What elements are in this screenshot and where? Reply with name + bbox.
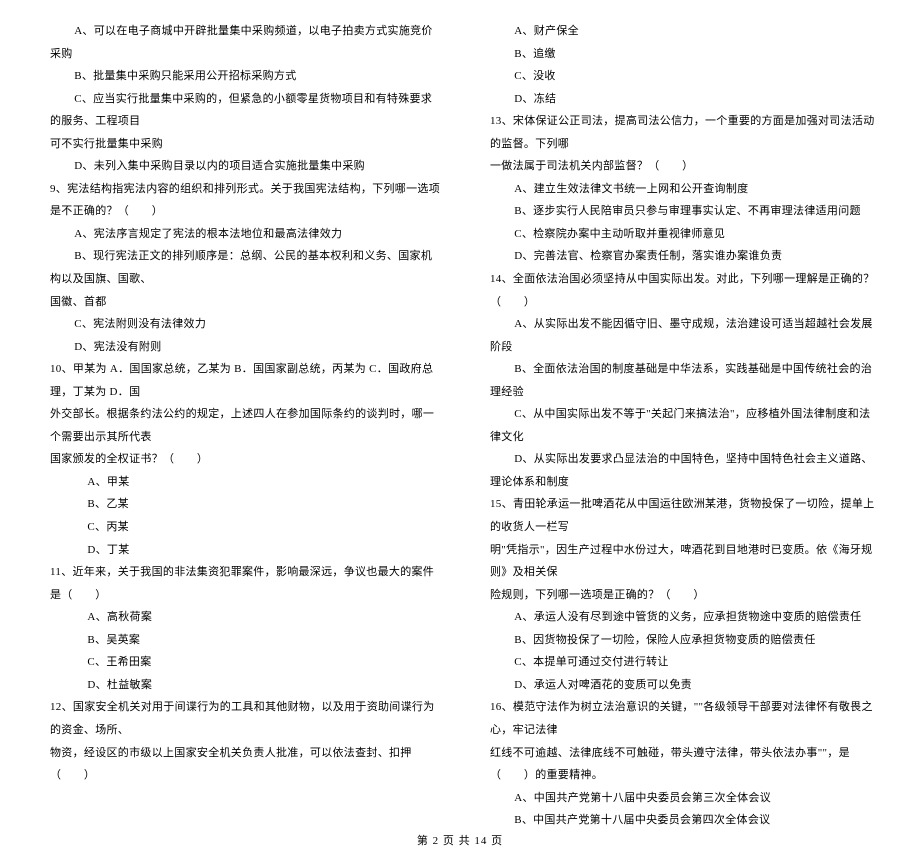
q9-option-b: B、现行宪法正文的排列顺序是：总纲、公民的基本权利和义务、国家机构以及国旗、国歌… bbox=[50, 245, 440, 290]
q10-option-c: C、丙某 bbox=[50, 516, 440, 539]
question-12: 12、国家安全机关对用于间谍行为的工具和其他财物，以及用于资助间谍行为的资金、场… bbox=[50, 696, 440, 741]
q11-option-b: B、吴英案 bbox=[50, 629, 440, 652]
q9-option-d: D、宪法没有附则 bbox=[50, 336, 440, 359]
question-9: 9、宪法结构指宪法内容的组织和排列形式。关于我国宪法结构，下列哪一选项是不正确的… bbox=[50, 178, 440, 223]
option-c: C、应当实行批量集中采购的，但紧急的小额零星货物项目和有特殊要求的服务、工程项目 bbox=[50, 88, 440, 133]
option-a: A、可以在电子商城中开辟批量集中采购频道，以电子拍卖方式实施竞价采购 bbox=[50, 20, 440, 65]
question-15-cont2: 险规则，下列哪一选项是正确的？（ ） bbox=[490, 584, 880, 607]
q14-option-c: C、从中国实际出发不等于"关起门来搞法治"，应移植外国法律制度和法律文化 bbox=[490, 403, 880, 448]
right-column: A、财产保全 B、追缴 C、没收 D、冻结 13、宋体保证公正司法，提高司法公信… bbox=[465, 20, 880, 832]
question-16-cont: 红线不可逾越、法律底线不可触碰，带头遵守法律，带头依法办事""，是（ ）的重要精… bbox=[490, 742, 880, 787]
q15-option-d: D、承运人对啤酒花的变质可以免责 bbox=[490, 674, 880, 697]
q11-option-a: A、高秋荷案 bbox=[50, 606, 440, 629]
q16-option-a: A、中国共产党第十八届中央委员会第三次全体会议 bbox=[490, 787, 880, 810]
left-column: A、可以在电子商城中开辟批量集中采购频道，以电子拍卖方式实施竞价采购 B、批量集… bbox=[50, 20, 465, 832]
q12-option-d: D、冻结 bbox=[490, 88, 880, 111]
question-13: 13、宋体保证公正司法，提高司法公信力，一个重要的方面是加强对司法活动的监督。下… bbox=[490, 110, 880, 155]
question-11: 11、近年来，关于我国的非法集资犯罪案件，影响最深远，争议也最大的案件是（ ） bbox=[50, 561, 440, 606]
q16-option-b: B、中国共产党第十八届中央委员会第四次全体会议 bbox=[490, 809, 880, 832]
q13-option-a: A、建立生效法律文书统一上网和公开查询制度 bbox=[490, 178, 880, 201]
question-10-cont2: 国家颁发的全权证书？（ ） bbox=[50, 448, 440, 471]
option-c-cont: 可不实行批量集中采购 bbox=[50, 133, 440, 156]
q15-option-b: B、因货物投保了一切险，保险人应承担货物变质的赔偿责任 bbox=[490, 629, 880, 652]
question-14: 14、全面依法治国必须坚持从中国实际出发。对此，下列哪一理解是正确的？（ ） bbox=[490, 268, 880, 313]
page-footer: 第 2 页 共 14 页 bbox=[0, 832, 920, 848]
q10-option-a: A、甲某 bbox=[50, 471, 440, 494]
question-15: 15、青田轮承运一批啤酒花从中国运往欧洲某港，货物投保了一切险，提单上的收货人一… bbox=[490, 493, 880, 538]
q15-option-c: C、本提单可通过交付进行转让 bbox=[490, 651, 880, 674]
q14-option-d: D、从实际出发要求凸显法治的中国特色，坚持中国特色社会主义道路、理论体系和制度 bbox=[490, 448, 880, 493]
q9-option-c: C、宪法附则没有法律效力 bbox=[50, 313, 440, 336]
q9-option-a: A、宪法序言规定了宪法的根本法地位和最高法律效力 bbox=[50, 223, 440, 246]
q11-option-d: D、杜益敏案 bbox=[50, 674, 440, 697]
q12-option-b: B、追缴 bbox=[490, 43, 880, 66]
q13-option-d: D、完善法官、检察官办案责任制，落实谁办案谁负责 bbox=[490, 245, 880, 268]
option-b: B、批量集中采购只能采用公开招标采购方式 bbox=[50, 65, 440, 88]
q11-option-c: C、王希田案 bbox=[50, 651, 440, 674]
q14-option-a: A、从实际出发不能因循守旧、墨守成规，法治建设可适当超越社会发展阶段 bbox=[490, 313, 880, 358]
q10-option-b: B、乙某 bbox=[50, 493, 440, 516]
q13-option-b: B、逐步实行人民陪审员只参与审理事实认定、不再审理法律适用问题 bbox=[490, 200, 880, 223]
exam-page: A、可以在电子商城中开辟批量集中采购频道，以电子拍卖方式实施竞价采购 B、批量集… bbox=[0, 0, 920, 832]
question-10-cont1: 外交部长。根据条约法公约的规定，上述四人在参加国际条约的谈判时，哪一个需要出示其… bbox=[50, 403, 440, 448]
option-d: D、未列入集中采购目录以内的项目适合实施批量集中采购 bbox=[50, 155, 440, 178]
question-15-cont1: 明"凭指示"，因生产过程中水份过大，啤酒花到目地港时已变质。依《海牙规则》及相关… bbox=[490, 539, 880, 584]
q12-option-a: A、财产保全 bbox=[490, 20, 880, 43]
question-12-cont: 物资，经设区的市级以上国家安全机关负责人批准，可以依法查封、扣押（ ） bbox=[50, 742, 440, 787]
question-13-cont: 一做法属于司法机关内部监督？（ ） bbox=[490, 155, 880, 178]
q15-option-a: A、承运人没有尽到途中管货的义务，应承担货物途中变质的赔偿责任 bbox=[490, 606, 880, 629]
question-16: 16、模范守法作为树立法治意识的关键，""各级领导干部要对法律怀有敬畏之心，牢记… bbox=[490, 696, 880, 741]
q10-option-d: D、丁某 bbox=[50, 539, 440, 562]
q13-option-c: C、检察院办案中主动听取并重视律师意见 bbox=[490, 223, 880, 246]
question-10: 10、甲某为 A．国国家总统，乙某为 B．国国家副总统，丙某为 C．国政府总理，… bbox=[50, 358, 440, 403]
q9-option-b-cont: 国徽、首都 bbox=[50, 291, 440, 314]
q14-option-b: B、全面依法治国的制度基础是中华法系，实践基础是中国传统社会的治理经验 bbox=[490, 358, 880, 403]
q12-option-c: C、没收 bbox=[490, 65, 880, 88]
